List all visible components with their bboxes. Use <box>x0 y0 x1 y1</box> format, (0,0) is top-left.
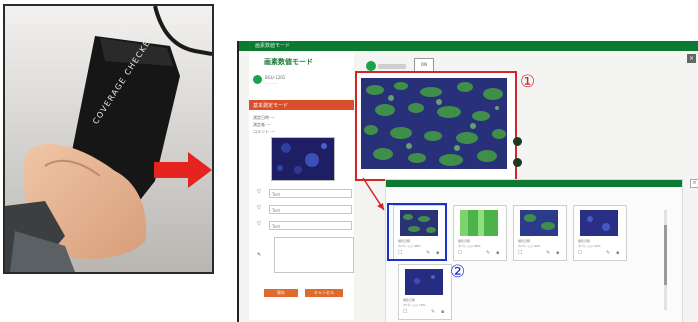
gallery-header <box>386 180 682 187</box>
info-line: 測定日時 --- <box>253 115 275 120</box>
info-line: コメント --- <box>253 129 275 134</box>
memo-textarea[interactable] <box>274 237 354 273</box>
device-photo: COVERAGE CHECKER <box>3 4 214 274</box>
window-close-button[interactable]: × <box>687 54 696 63</box>
pointer-arrow-icon <box>362 177 385 211</box>
card-thumbnail <box>405 269 443 295</box>
capture-button[interactable] <box>513 137 522 146</box>
cancel-button[interactable]: キャンセル <box>305 289 343 297</box>
user-status-icon <box>253 75 262 84</box>
card-thumbnail <box>520 210 558 236</box>
section-title: 基本測定モード <box>253 103 289 109</box>
user-sub: · · · · · <box>265 81 277 86</box>
left-panel: 画素数値モード BGU-1201 · · · · · 基本測定モード 測定日時 … <box>249 52 354 320</box>
selected-card-highlight <box>387 203 447 261</box>
mode-toggle-button[interactable]: ON <box>414 58 434 72</box>
input-label-icon: ▽ <box>257 205 261 211</box>
card-date: 撮影日時 <box>518 239 531 243</box>
gallery-card-5[interactable]: 撮影日時 カバレッジ 10% ☐ ✎ ▪ <box>398 264 452 320</box>
arrow-right-icon <box>154 152 212 188</box>
page-title: 画素数値モード <box>264 58 313 66</box>
card-coverage: カバレッジ 42% <box>518 244 541 248</box>
annotation-marker-2: ② <box>450 262 466 282</box>
card-check-icon[interactable]: ☐ <box>458 250 462 256</box>
card-delete-icon[interactable]: ▪ <box>556 250 559 256</box>
gallery-card-4[interactable]: 撮影日時 カバレッジ 12% ☐ ✎ ▪ <box>573 205 627 261</box>
user-name: BGU-1201 <box>265 75 286 80</box>
card-check-icon[interactable]: ☐ <box>403 309 407 315</box>
gallery-scroll-thumb[interactable] <box>664 225 667 285</box>
text-input-1[interactable]: Text <box>269 189 352 198</box>
selected-image-thumbnail[interactable] <box>271 137 335 181</box>
card-edit-icon[interactable]: ✎ <box>486 250 490 256</box>
card-delete-icon[interactable]: ▪ <box>441 309 444 315</box>
card-edit-icon[interactable]: ✎ <box>431 309 435 315</box>
card-edit-icon[interactable]: ✎ <box>546 250 550 256</box>
card-date: 撮影日時 <box>458 239 471 243</box>
title-bar-text: 画素数値モード <box>255 43 291 49</box>
gallery-card-2[interactable]: 撮影日時 カバレッジ 95% ☐ ✎ ▪ <box>453 205 507 261</box>
card-delete-icon[interactable]: ▪ <box>496 250 499 256</box>
camera-toggle-icon[interactable] <box>366 61 376 71</box>
title-bar: 画素数値モード <box>239 41 698 51</box>
input-label-icon: ▽ <box>257 189 261 195</box>
text-input-2[interactable]: Text <box>269 205 352 214</box>
card-coverage: カバレッジ 10% <box>403 303 426 307</box>
annotation-marker-1: ① <box>520 72 536 92</box>
card-thumbnail <box>580 210 618 236</box>
card-date: 撮影日時 <box>403 298 416 302</box>
card-delete-icon[interactable]: ▪ <box>616 250 619 256</box>
card-coverage: カバレッジ 95% <box>458 244 481 248</box>
card-date: 撮影日時 <box>578 239 591 243</box>
card-edit-icon[interactable]: ✎ <box>606 250 610 256</box>
card-thumbnail <box>460 210 498 236</box>
save-button[interactable]: 保存 <box>264 289 298 297</box>
section-header: 基本測定モード <box>249 100 354 110</box>
gallery-card-3[interactable]: 撮影日時 カバレッジ 42% ☐ ✎ ▪ <box>513 205 567 261</box>
card-coverage: カバレッジ 12% <box>578 244 601 248</box>
mode-slider[interactable] <box>378 64 406 69</box>
input-label-icon: ▽ <box>257 221 261 227</box>
live-preview-image[interactable] <box>361 78 507 169</box>
app-window: 画素数値モード × 画素数値モード BGU-1201 · · · · · 基本測… <box>237 41 698 322</box>
card-check-icon[interactable]: ☐ <box>578 250 582 256</box>
device-photo-drawing <box>5 6 212 272</box>
gallery-close-button[interactable]: × <box>690 179 698 188</box>
info-line: 測定者 --- <box>253 122 271 127</box>
card-check-icon[interactable]: ☐ <box>518 250 522 256</box>
memo-label-icon: ✎ <box>257 252 262 258</box>
text-input-3[interactable]: Text <box>269 221 352 230</box>
settings-button[interactable] <box>513 158 522 167</box>
